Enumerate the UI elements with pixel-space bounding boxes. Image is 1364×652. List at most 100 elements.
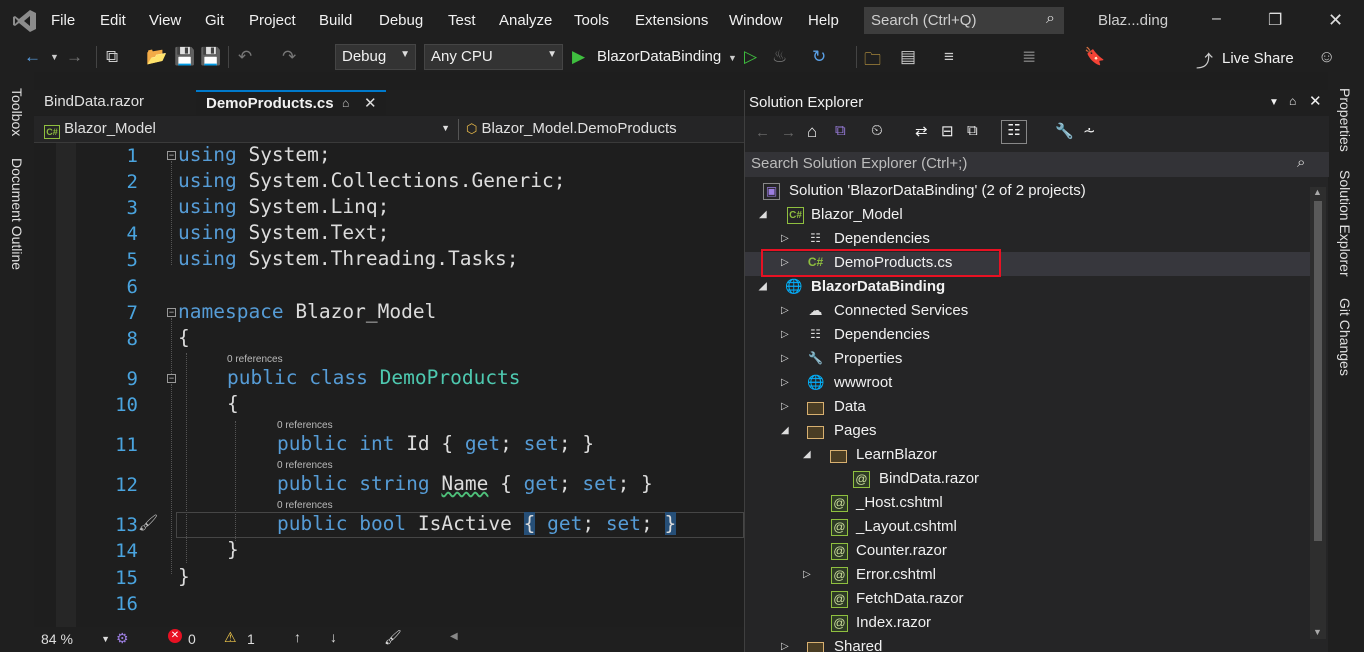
type-dropdown[interactable]: ⬡ Blazor_Model.DemoProducts [462,118,742,141]
close-panel-icon[interactable]: ✕ [1309,92,1322,110]
bookmark-icon[interactable]: 🔖 [1084,47,1105,67]
visual-studio-logo-icon[interactable] [12,8,38,34]
warning-icon[interactable]: ⚠ [224,629,237,646]
expanded-arrow-icon[interactable]: ◢ [759,209,767,220]
restore-icon[interactable]: ❐ [1268,10,1282,30]
tree-item-counter[interactable]: @ Counter.razor [745,540,1311,564]
open-folder-icon[interactable]: 📂 [146,47,167,67]
feedback-icon[interactable]: ☺ [1318,47,1335,67]
forward-icon[interactable]: → [781,124,796,141]
platform-dropdown[interactable]: Any CPU ▼ [424,44,563,70]
scroll-left-icon[interactable]: ◀ [450,631,458,642]
new-project-icon[interactable]: ⧉ [106,47,118,67]
close-tab-icon[interactable]: ✕ [364,94,377,112]
codelens-references[interactable]: 0 references [277,500,333,511]
menu-build[interactable]: Build [319,12,352,29]
scrollbar-thumb[interactable] [1314,201,1322,541]
toolbox-tab[interactable]: Toolbox [9,88,25,136]
save-all-icon[interactable]: 💾 [200,47,221,67]
tree-item-learnblazor[interactable]: ◢ LearnBlazor [745,444,1311,468]
save-icon[interactable]: 💾 [174,47,195,67]
menu-project[interactable]: Project [249,12,296,29]
refresh-icon[interactable]: ↻ [812,47,826,67]
collapsed-arrow-icon[interactable]: ▷ [781,329,789,340]
error-icon[interactable]: ✕ [168,629,182,643]
run-icon[interactable]: ▶ [572,47,585,67]
start-without-debug-icon[interactable]: ▷ [744,47,757,67]
quick-action-brush-icon[interactable]: 🖌 [138,513,158,533]
home-icon[interactable]: ⌂ [807,122,817,142]
tree-item-layout[interactable]: @ _Layout.cshtml [745,516,1311,540]
tree-item-data[interactable]: ▷ Data [745,396,1311,420]
expanded-arrow-icon[interactable]: ◢ [781,425,789,436]
minimize-icon[interactable]: – [1212,10,1221,28]
tree-item-shared[interactable]: ▷ Shared [745,636,1311,652]
zoom-dropdown[interactable]: 84 % ▼ [38,629,112,650]
menu-file[interactable]: File [51,12,75,29]
tree-item-blazor-model[interactable]: ◢ C# Blazor_Model [745,204,1311,228]
scroll-up-icon[interactable]: ▲ [1313,187,1322,197]
properties-wrench-icon[interactable]: 🔧 [1055,122,1074,140]
switch-views-icon[interactable]: ⧉ [835,122,846,139]
run-target-label[interactable]: BlazorDataBinding [597,48,721,65]
menu-extensions[interactable]: Extensions [635,12,708,29]
menu-edit[interactable]: Edit [100,12,126,29]
menu-view[interactable]: View [149,12,181,29]
tree-item-error[interactable]: ▷ @ Error.cshtml [745,564,1311,588]
menu-help[interactable]: Help [808,12,839,29]
collapse-all-icon[interactable]: ⊟ [941,122,954,140]
undo-icon[interactable]: ↶ [238,47,252,67]
tree-item-index[interactable]: @ Index.razor [745,612,1311,636]
collapsed-arrow-icon[interactable]: ▷ [781,377,789,388]
codelens-references[interactable]: 0 references [277,460,333,471]
redo-icon[interactable]: ↷ [282,47,296,67]
collapsed-arrow-icon[interactable]: ▷ [803,569,811,580]
pin-icon[interactable]: ⌂ [342,96,349,110]
expanded-arrow-icon[interactable]: ◢ [759,281,767,292]
menu-git[interactable]: Git [205,12,224,29]
sync-icon[interactable]: ⇄ [915,122,928,140]
collapsed-arrow-icon[interactable]: ▷ [781,353,789,364]
collapsed-arrow-icon[interactable]: ▷ [781,401,789,412]
forward-icon[interactable]: → [66,47,83,67]
preview-icon[interactable]: ☷ [1001,120,1027,144]
chevron-down-icon[interactable]: ▼ [1269,97,1279,108]
document-outline-tab[interactable]: Document Outline [9,158,25,270]
menu-analyze[interactable]: Analyze [499,12,552,29]
live-share-button[interactable]: Live Share [1222,50,1294,67]
menu-window[interactable]: Window [729,12,782,29]
scroll-down-icon[interactable]: ▼ [1313,627,1322,637]
tree-item-binddata[interactable]: @ BindData.razor [745,468,1311,492]
project-dropdown[interactable]: C# Blazor_Model ▼ [40,118,454,141]
code-cleanup-icon[interactable]: 🖌 [384,629,402,646]
tree-item-wwwroot[interactable]: ▷ 🌐 wwwroot [745,372,1311,396]
tree-item-pages[interactable]: ◢ Pages [745,420,1311,444]
solution-explorer-tab[interactable]: Solution Explorer [1337,170,1353,277]
comment-icon[interactable]: ≡ [944,47,954,67]
tab-demoproducts[interactable]: DemoProducts.cs ⌂ ✕ [196,90,386,115]
vertical-scrollbar[interactable]: ▲ ▼ [1310,187,1326,639]
codelens-references[interactable]: 0 references [227,354,283,365]
collapsed-arrow-icon[interactable]: ▷ [781,641,789,652]
tree-item-host[interactable]: @ _Host.cshtml [745,492,1311,516]
collapsed-arrow-icon[interactable]: ▷ [781,233,789,244]
expanded-arrow-icon[interactable]: ◢ [803,449,811,460]
tree-item-properties[interactable]: ▷ 🔧 Properties [745,348,1311,372]
menu-debug[interactable]: Debug [379,12,423,29]
folder-icon[interactable]: 🗀 [864,47,881,76]
git-changes-tab[interactable]: Git Changes [1337,298,1353,376]
tree-item-connected-services[interactable]: ▷ ☁ Connected Services [745,300,1311,324]
tree-item-solution[interactable]: ▣ Solution 'BlazorDataBinding' (2 of 2 p… [745,180,1311,204]
tab-binddata[interactable]: BindData.razor [34,90,196,115]
pin-icon[interactable]: ⌂ [1289,94,1296,108]
chevron-down-icon[interactable]: ▼ [50,52,59,62]
show-all-files-icon[interactable]: ⧉ [967,122,978,139]
collapse-icon[interactable]: − [167,374,176,383]
chevron-down-icon[interactable]: ▼ [728,53,737,63]
tree-item-fetchdata[interactable]: @ FetchData.razor [745,588,1311,612]
back-icon[interactable]: ← [755,124,770,141]
menu-test[interactable]: Test [448,12,476,29]
live-share-icon[interactable]: ⤴ [1196,47,1213,72]
collapse-icon[interactable]: − [167,308,176,317]
arrow-down-icon[interactable]: ↓ [330,629,337,645]
